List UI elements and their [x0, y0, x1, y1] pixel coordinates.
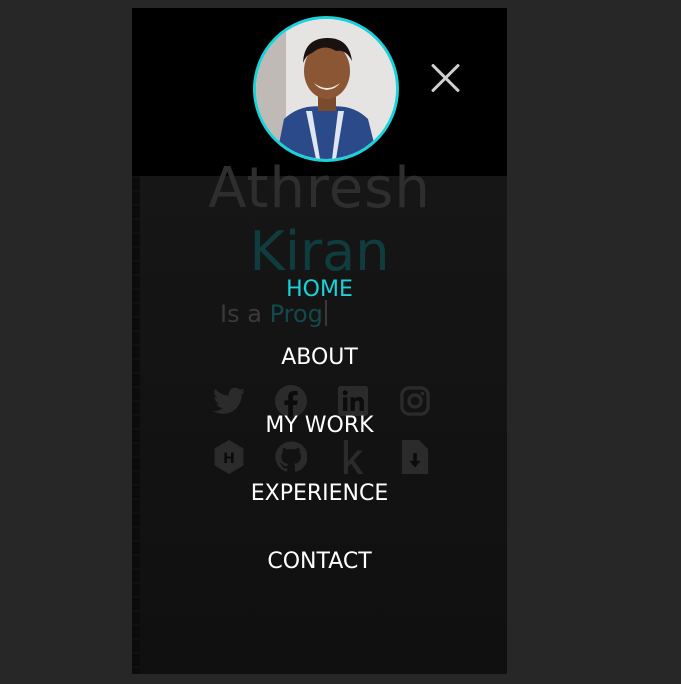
nav-menu: HOME ABOUT MY WORK EXPERIENCE CONTACT: [132, 276, 507, 616]
menu-item-home[interactable]: HOME: [132, 276, 507, 344]
hero-first-name: Athresh: [208, 156, 431, 221]
profile-avatar: [253, 16, 399, 162]
menu-item-my-work[interactable]: MY WORK: [132, 412, 507, 480]
hero-last-name: Kiran: [249, 220, 390, 283]
mobile-viewport: Athresh Kiran Is a Prog H HOME ABOUT MY …: [132, 8, 507, 674]
menu-item-experience[interactable]: EXPERIENCE: [132, 480, 507, 548]
menu-item-contact[interactable]: CONTACT: [132, 548, 507, 616]
menu-item-about[interactable]: ABOUT: [132, 344, 507, 412]
close-icon[interactable]: [428, 61, 462, 95]
